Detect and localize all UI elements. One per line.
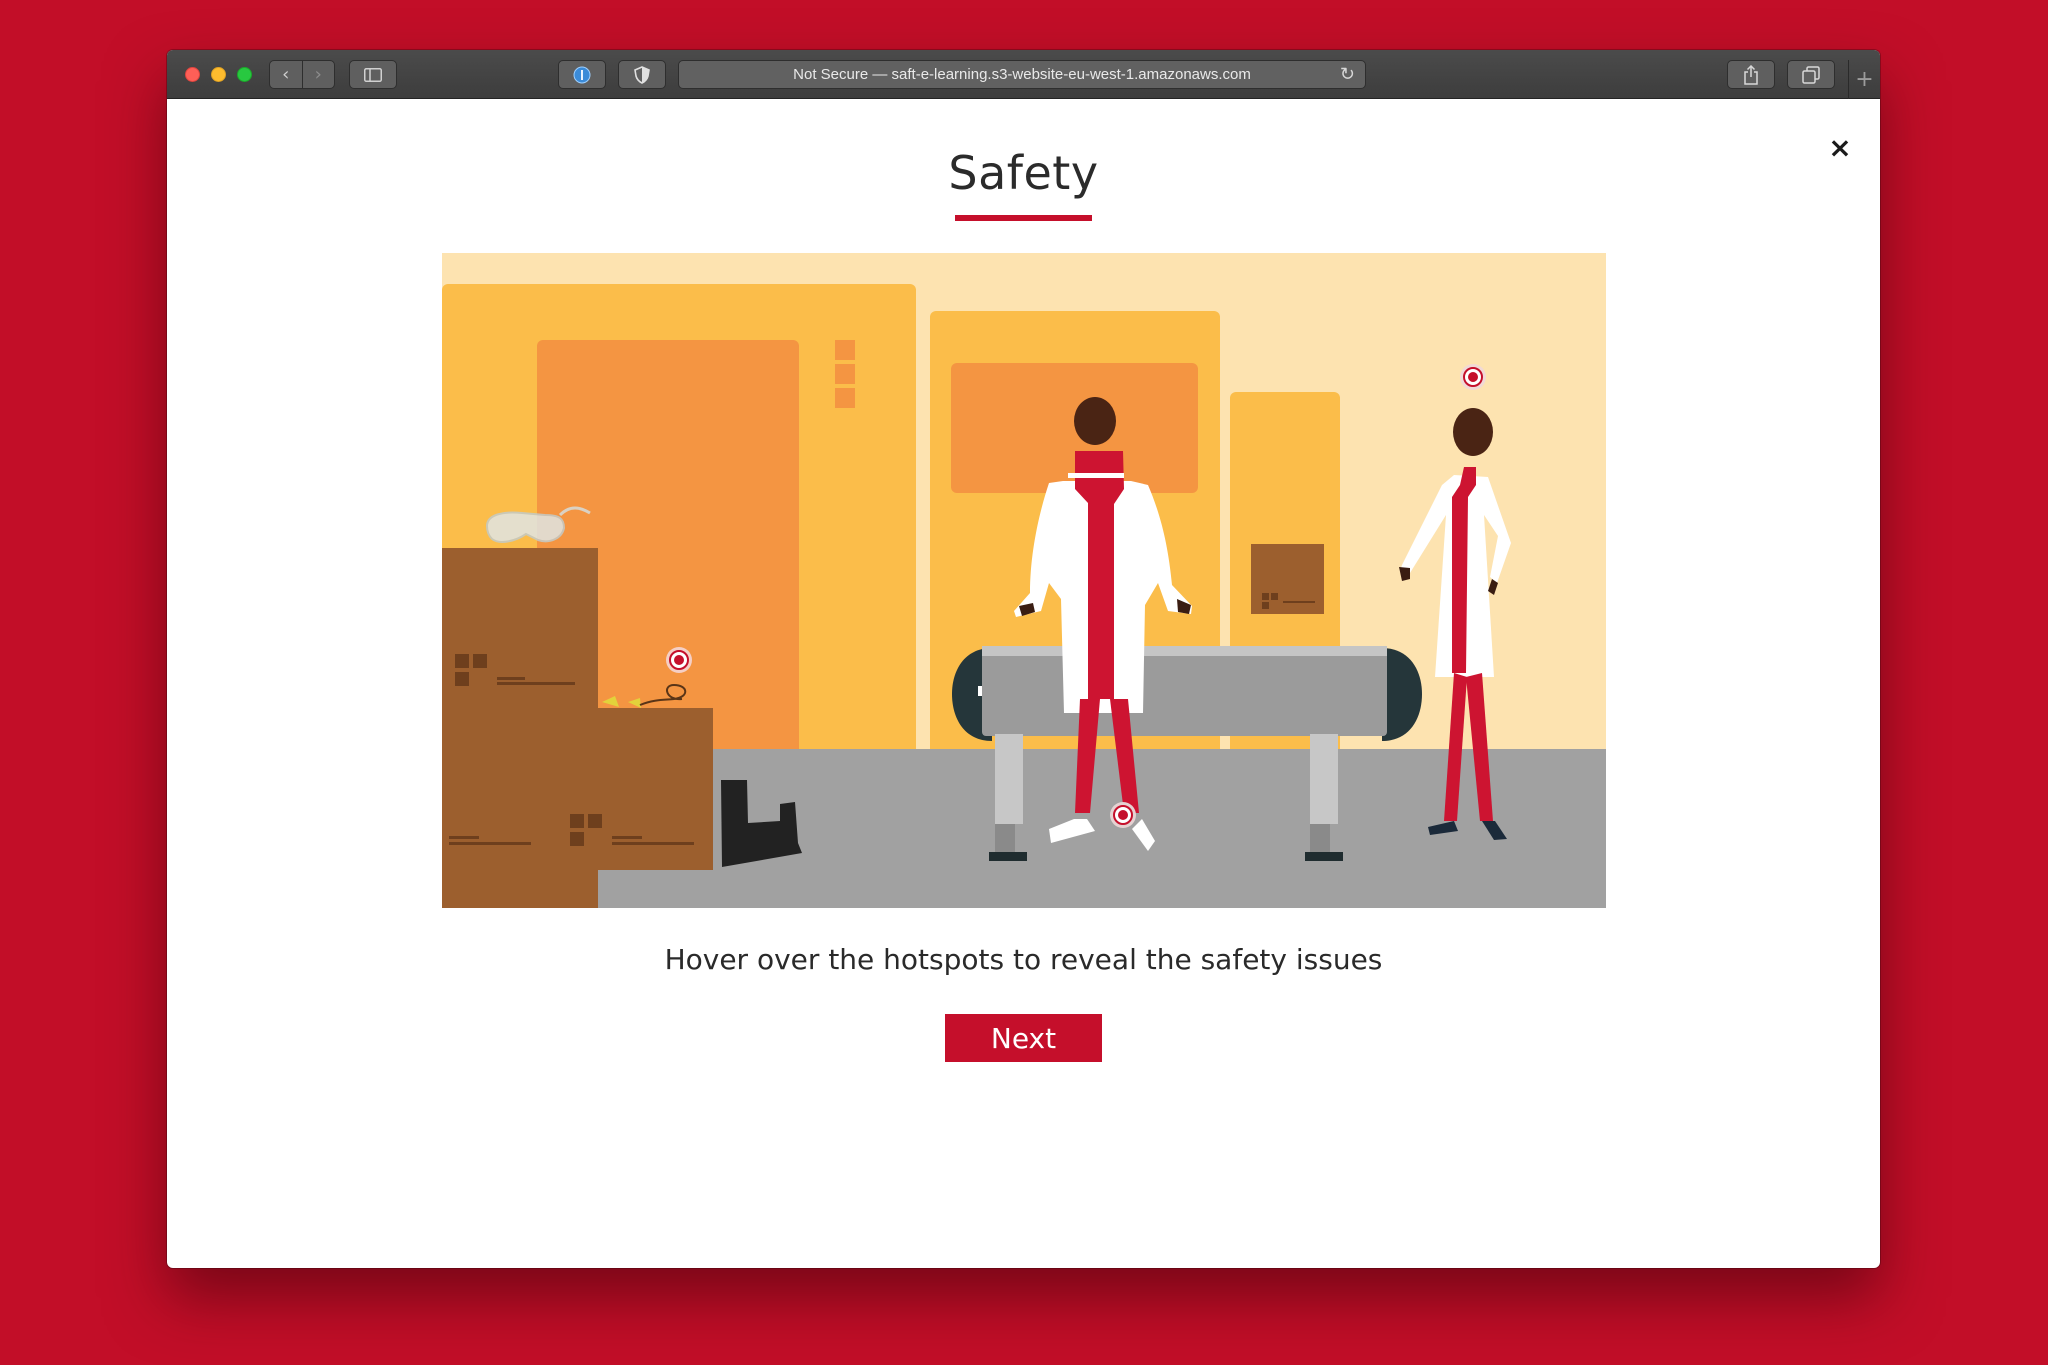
- safety-illustration: [442, 253, 1606, 908]
- tabs-overview-icon: [1802, 65, 1820, 84]
- shield-icon: [634, 65, 650, 84]
- box-label: [588, 814, 602, 828]
- next-button[interactable]: Next: [945, 1014, 1102, 1062]
- share-button[interactable]: [1727, 60, 1775, 89]
- box-label: [455, 654, 469, 668]
- box-line: [497, 677, 525, 680]
- box-line: [449, 836, 479, 839]
- wall-tile: [835, 388, 855, 408]
- privacy-shield-button[interactable]: [618, 60, 666, 89]
- wall-tile: [835, 364, 855, 384]
- box-label: [570, 832, 584, 846]
- tabs-overview-button[interactable]: [1787, 60, 1835, 89]
- browser-window: ‹ › Not Secure — saft-e-learning.s3-webs…: [167, 50, 1880, 1268]
- address-text: Not Secure — saft-e-learning.s3-website-…: [793, 66, 1251, 83]
- page-title: Safety: [948, 146, 1099, 200]
- browser-toolbar: ‹ › Not Secure — saft-e-learning.s3-webs…: [167, 50, 1880, 99]
- hotspot-shoes[interactable]: [1110, 802, 1136, 828]
- hotspot-head[interactable]: [1460, 364, 1486, 390]
- plus-icon[interactable]: +: [1848, 60, 1880, 99]
- window-maximize-button[interactable]: [237, 67, 252, 82]
- box-label: [473, 654, 487, 668]
- password-manager-icon: [573, 66, 591, 83]
- box-label: [570, 814, 584, 828]
- box-line: [449, 842, 531, 845]
- wall-tile: [835, 340, 855, 360]
- instruction-text: Hover over the hotspots to reveal the sa…: [664, 943, 1383, 976]
- box-line: [497, 682, 575, 685]
- window-close-button[interactable]: [185, 67, 200, 82]
- address-bar[interactable]: Not Secure — saft-e-learning.s3-website-…: [678, 60, 1366, 89]
- sidebar-icon: [364, 67, 382, 82]
- navigation-buttons: ‹ ›: [269, 60, 335, 89]
- hotspot-earplugs[interactable]: [666, 647, 692, 673]
- password-manager-button[interactable]: [558, 60, 606, 89]
- chevron-right-icon[interactable]: ›: [303, 64, 335, 85]
- reload-icon[interactable]: ↻: [1340, 64, 1355, 85]
- box-line: [612, 842, 694, 845]
- illustration-svg: [442, 253, 1606, 908]
- box-on-belt: [1251, 544, 1324, 614]
- window-minimize-button[interactable]: [211, 67, 226, 82]
- share-icon: [1744, 64, 1758, 85]
- box-label: [455, 672, 469, 686]
- sidebar-button[interactable]: [349, 60, 397, 89]
- box-line: [612, 836, 642, 839]
- chevron-left-icon[interactable]: ‹: [270, 64, 302, 85]
- title-underline: [955, 215, 1092, 221]
